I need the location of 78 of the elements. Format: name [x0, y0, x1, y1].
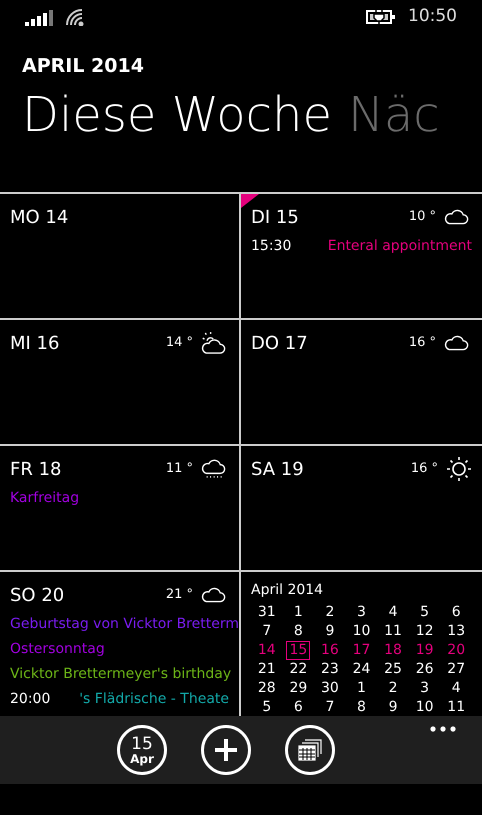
calendar-day[interactable]: 9	[322, 622, 338, 641]
calendar-day[interactable]: 30	[318, 679, 342, 698]
calendar-day[interactable]: 9	[386, 698, 401, 717]
calendar-stack-icon	[297, 738, 323, 762]
sun-icon	[446, 456, 472, 482]
calendar-day[interactable]: 13	[444, 622, 468, 641]
calendar-day[interactable]: 12	[412, 622, 437, 641]
calendar-day[interactable]: 19	[412, 641, 437, 660]
event-title[interactable]: Vicktor Brettermeyer's birthday	[10, 664, 232, 685]
battery-charging-icon	[366, 9, 396, 25]
temperature: 21 °	[166, 586, 193, 604]
mini-calendar[interactable]: April 2014 31 1 2 3 4 5 6 7 8 9 10 11 12 13 14 15 16 17 18 19 20 21 22 23 24 25 26 27 28 29 30 1 2 3 4 5 6 7 8 9 10 11	[241, 572, 482, 716]
calendar-day[interactable]: 24	[350, 660, 374, 679]
calendar-day[interactable]: 15	[286, 641, 310, 660]
calendar-day[interactable]: 31	[254, 603, 279, 622]
calendar-day[interactable]: 26	[412, 660, 437, 679]
calendar-day[interactable]: 21	[254, 660, 279, 679]
pivot-header[interactable]: Diese Woche	[22, 82, 332, 146]
temperature: 16 °	[408, 334, 436, 352]
calendar-day[interactable]: 11	[381, 622, 405, 641]
calendar-day[interactable]: 22	[286, 660, 310, 679]
calendar-day[interactable]: 8	[290, 622, 306, 641]
calendar-day[interactable]: 23	[318, 660, 342, 679]
calendar-day[interactable]: 2	[322, 603, 338, 622]
day-label: DO 17	[251, 332, 308, 356]
temperature: 11 °	[166, 460, 193, 478]
calendar-day[interactable]: 29	[286, 679, 310, 698]
calendar-day[interactable]: 25	[381, 660, 405, 679]
event-title[interactable]: Karfreitag	[10, 488, 80, 509]
calendar-day[interactable]: 11	[444, 698, 468, 717]
calendar-day[interactable]: 17	[350, 641, 374, 660]
day-label: FR 18	[10, 458, 62, 482]
calendar-day[interactable]: 27	[444, 660, 468, 679]
more-icon[interactable]	[430, 726, 456, 732]
calendar-day[interactable]: 6	[290, 698, 306, 717]
month-subtitle: APRIL 2014	[22, 54, 145, 79]
calendar-day[interactable]: 3	[417, 679, 432, 698]
calendar-day[interactable]: 1	[354, 679, 369, 698]
day-label: SA 19	[251, 458, 304, 482]
calendar-day[interactable]: 7	[259, 622, 274, 641]
wifi-icon	[65, 8, 85, 26]
day-label: DI 15	[251, 206, 299, 230]
day-label: SO 20	[10, 584, 64, 608]
event-time: 20:00	[10, 690, 50, 709]
calendar-day[interactable]: 20	[444, 641, 468, 660]
calendar-day[interactable]: 2	[386, 679, 401, 698]
calendar-day[interactable]: 4	[386, 603, 401, 622]
signal-icon	[25, 10, 55, 26]
plus-icon	[213, 737, 239, 763]
calendar-day[interactable]: 6	[448, 603, 464, 622]
add-button[interactable]	[201, 725, 251, 775]
calendar-day[interactable]: 14	[254, 641, 279, 660]
event-time: 15:30	[251, 237, 292, 256]
calendar-day[interactable]: 8	[354, 698, 369, 717]
calendar-day[interactable]: 3	[354, 603, 369, 622]
calendar-day[interactable]: 10	[412, 698, 437, 717]
event-title[interactable]: Ostersonntag	[10, 639, 105, 660]
calendar-day[interactable]: 4	[448, 679, 464, 698]
calendar-day[interactable]: 10	[350, 622, 374, 641]
calendar-day[interactable]: 28	[254, 679, 279, 698]
calendar-day[interactable]: 16	[318, 641, 342, 660]
calendar-title: April 2014	[251, 581, 324, 600]
event-title[interactable]: Enteral appointment	[328, 236, 472, 257]
event-title[interactable]: 's Flädrische - Theate	[79, 689, 229, 710]
month-view-button[interactable]	[285, 725, 335, 775]
calendar-day[interactable]: 18	[381, 641, 405, 660]
today-button[interactable]: 15 Apr	[117, 725, 167, 775]
calendar-day[interactable]: 5	[259, 698, 274, 717]
temperature: 14 °	[166, 334, 193, 352]
calendar-day[interactable]: 5	[417, 603, 432, 622]
temperature: 16 °	[410, 460, 438, 478]
day-label: MI 16	[10, 332, 60, 356]
clock: 10:50	[408, 5, 457, 28]
calendar-day[interactable]: 7	[322, 698, 338, 717]
calendar-day[interactable]: 1	[290, 603, 306, 622]
day-label: MO 14	[10, 206, 68, 230]
temperature: 10 °	[408, 208, 436, 226]
pivot-header[interactable]: Näc	[348, 82, 440, 146]
